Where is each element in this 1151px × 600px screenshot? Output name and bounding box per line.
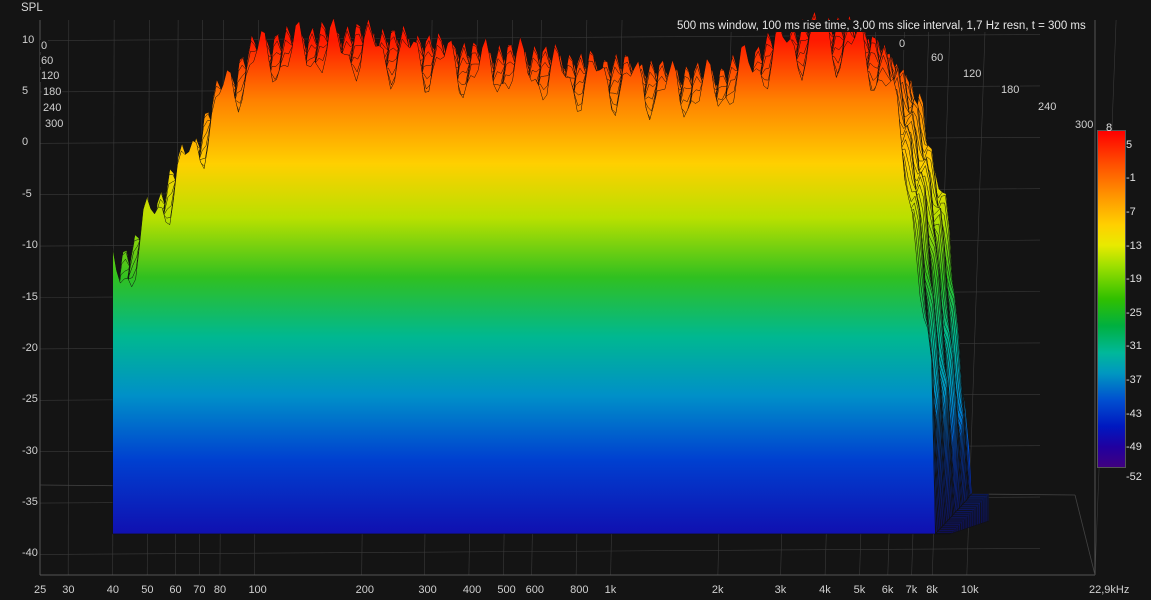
x-tick-label: 25 — [34, 584, 47, 596]
measurement-info: 500 ms window, 100 ms rise time, 3,00 ms… — [675, 20, 1088, 32]
x-tick-label: 10k — [960, 584, 979, 596]
colorbar-tick: -13 — [1126, 239, 1142, 252]
x-tick-label: 800 — [570, 584, 589, 596]
x-tick-label: 8k — [926, 584, 938, 596]
x-tick-label: 300 — [418, 584, 437, 596]
y-tick-label: -25 — [22, 393, 38, 406]
y-tick-label: 10 — [22, 33, 35, 46]
x-tick-label: 30 — [62, 584, 75, 596]
x-tick-label: 2k — [711, 584, 724, 596]
x-tick-label: 50 — [141, 584, 154, 596]
x-tick-label: 40 — [106, 584, 119, 596]
y-tick-label: -15 — [22, 290, 38, 303]
x-tick-label: 1k — [604, 584, 617, 596]
time-tick-back: 300 — [44, 118, 65, 130]
x-tick-label: 7k — [905, 584, 918, 596]
colorbar-tick: -1 — [1126, 172, 1136, 185]
colorbar-tick: -19 — [1126, 273, 1142, 286]
x-tick-label: 22,9kHz — [1089, 584, 1130, 596]
colorbar-tick: -49 — [1126, 441, 1142, 454]
x-tick-label: 80 — [213, 584, 227, 596]
time-tick-right: 240 — [1037, 101, 1058, 113]
x-tick-label: 60 — [169, 584, 182, 596]
time-tick-back: 120 — [40, 70, 61, 82]
y-tick-label: 0 — [22, 136, 29, 149]
time-tick-right: 60 — [930, 52, 945, 64]
x-tick-label: 4k — [819, 584, 831, 596]
x-tick-label: 500 — [497, 584, 516, 596]
color-scale-bar — [1097, 130, 1126, 468]
y-tick-label: -5 — [22, 187, 32, 200]
x-gridline — [67, 19, 70, 576]
time-tick-right: 180 — [1000, 84, 1021, 96]
x-tick-label: 3k — [774, 584, 787, 596]
time-tick-right: 300 — [1074, 119, 1095, 131]
time-tick-right: 120 — [962, 68, 983, 80]
colorbar-tick: -43 — [1126, 407, 1142, 420]
colorbar-tick: -52 — [1126, 471, 1142, 483]
colorbar-tick: -7 — [1126, 206, 1136, 218]
x-tick-label: 400 — [462, 584, 482, 596]
waterfall-plot — [39, 10, 1117, 576]
colorbar-tick: 8 — [1106, 122, 1113, 134]
x-tick-label: 70 — [193, 584, 206, 596]
y-tick-label: -10 — [22, 239, 38, 252]
time-tick-back: 0 — [40, 40, 49, 52]
floor-edge — [1074, 494, 1096, 576]
colorbar-tick: -37 — [1126, 374, 1142, 386]
y-tick-label: -35 — [22, 496, 38, 509]
time-tick-right: 0 — [898, 38, 907, 50]
y-gridline — [39, 548, 1041, 555]
y-tick-label: -20 — [22, 341, 38, 354]
colorbar-tick: 5 — [1126, 138, 1133, 151]
x-tick-label: 100 — [248, 584, 267, 596]
x-tick-label: 6k — [881, 584, 894, 596]
x-tick-label: 5k — [853, 584, 866, 596]
time-tick-back: 240 — [42, 102, 63, 114]
x-tick-label: 600 — [525, 584, 544, 596]
y-tick-label: 5 — [22, 84, 29, 97]
y-gridline — [39, 34, 1041, 41]
time-tick-back: 180 — [42, 86, 63, 98]
x-tick-label: 200 — [355, 584, 375, 596]
colorbar-tick: -25 — [1126, 306, 1142, 319]
y-axis-title: SPL — [21, 2, 43, 14]
time-tick-back: 60 — [40, 55, 55, 67]
y-tick-label: -40 — [22, 547, 38, 560]
colorbar-tick: -31 — [1126, 340, 1142, 353]
y-tick-label: -30 — [22, 444, 38, 457]
